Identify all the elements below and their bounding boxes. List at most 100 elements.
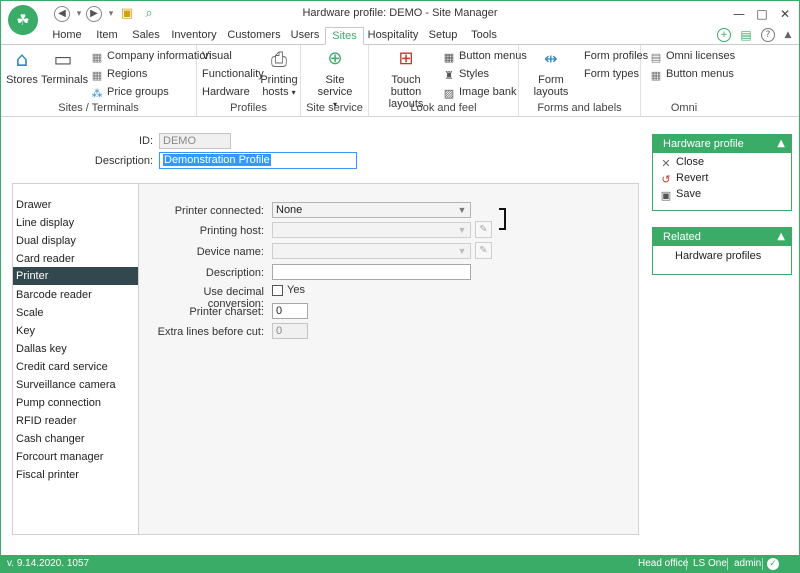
price-groups-button[interactable]: ⁂ Price groups xyxy=(90,84,169,100)
related-panel-header: Related ▲ xyxy=(653,228,791,246)
group-sites-terminals: ⌂ Stores ▭ Terminals ▦ Company informatio… xyxy=(1,45,212,117)
nav-item-drawer[interactable]: Drawer xyxy=(13,196,138,214)
printer-connected-value: None xyxy=(276,204,303,216)
id-field: DEMO xyxy=(159,133,231,149)
nav-item-line-display[interactable]: Line display xyxy=(13,214,138,232)
collapse-icon[interactable]: ▲ xyxy=(777,135,785,153)
printer-description-field[interactable] xyxy=(272,264,471,280)
hardware-profile-button[interactable]: Hardware xyxy=(202,84,250,100)
tab-tools[interactable]: Tools xyxy=(464,27,504,44)
device-name-select[interactable]: ▼ xyxy=(272,243,471,259)
site-manager-window: ☘ ◀ ▾ ▶ ▾ ▣ ⌕ Hardware profile: DEMO - S… xyxy=(0,0,800,573)
description-field[interactable]: Demonstration Profile xyxy=(159,152,357,169)
close-button[interactable]: ✕ xyxy=(773,4,797,24)
tab-users[interactable]: Users xyxy=(285,27,325,44)
revert-icon: ↺ xyxy=(661,173,671,186)
save-icon: ▣ xyxy=(660,189,672,202)
nav-item-cash-changer[interactable]: Cash changer xyxy=(13,430,138,448)
close-action-label: Close xyxy=(676,156,705,168)
site-service-icon: ⊕ xyxy=(327,48,343,69)
button-menus-button[interactable]: ▦ Button menus xyxy=(442,48,527,64)
site-service-label: Site service xyxy=(317,74,353,98)
tab-customers[interactable]: Customers xyxy=(223,27,285,44)
group-look-and-feel: ⊞ Touch button layouts ▦ Button menus ♜ St… xyxy=(369,45,527,117)
styles-button[interactable]: ♜ Styles xyxy=(442,66,489,82)
collapse-icon[interactable]: ▲ xyxy=(777,228,785,246)
omni-licenses-button[interactable]: ▤ Omni licenses xyxy=(649,48,735,64)
title-bar: ☘ ◀ ▾ ▶ ▾ ▣ ⌕ Hardware profile: DEMO - S… xyxy=(1,1,799,35)
edit-device-name-icon[interactable]: ✎ xyxy=(475,242,492,259)
terminals-button[interactable]: ▭ Terminals xyxy=(41,47,88,86)
printing-host-select[interactable]: ▼ xyxy=(272,222,471,238)
document-icon[interactable]: ▤ xyxy=(739,28,753,42)
revert-action[interactable]: ↺ Revert xyxy=(659,171,708,186)
nav-item-pump-connection[interactable]: Pump connection xyxy=(13,394,138,412)
tab-setup[interactable]: Setup xyxy=(422,27,464,44)
chevron-down-icon: ▼ xyxy=(457,225,467,235)
form-profiles-button[interactable]: Form profiles xyxy=(584,48,648,64)
visual-profile-button[interactable]: Visual xyxy=(202,48,232,64)
button-menus-label: Button menus xyxy=(459,50,527,62)
group-site-service: ⊕ Site service ▾ Site service xyxy=(301,45,369,117)
tab-sites[interactable]: Sites xyxy=(325,27,364,45)
tab-item[interactable]: Item xyxy=(87,27,127,44)
nav-item-scale[interactable]: Scale xyxy=(13,304,138,322)
extra-lines-field: 0 xyxy=(272,323,308,339)
printer-connected-select[interactable]: None ▼ xyxy=(272,202,471,218)
nav-item-printer[interactable]: Printer xyxy=(13,267,138,285)
edit-printing-host-icon[interactable]: ✎ xyxy=(475,221,492,238)
extra-lines-label: Extra lines before cut: xyxy=(157,326,264,338)
status-separator xyxy=(727,558,728,570)
printer-icon: ⎙ xyxy=(271,47,287,71)
tab-inventory[interactable]: Inventory xyxy=(165,27,223,44)
touch-button-layouts-button[interactable]: ⊞ Touch button layouts xyxy=(375,47,437,110)
form-layouts-button[interactable]: ⇹ Form layouts xyxy=(523,47,579,98)
minimize-button[interactable]: — xyxy=(727,4,751,24)
omni-button-menus-label: Button menus xyxy=(666,68,734,80)
maximize-button[interactable]: □ xyxy=(750,4,774,24)
regions-button[interactable]: ▦ Regions xyxy=(90,66,148,82)
tab-sales[interactable]: Sales xyxy=(127,27,165,44)
nav-item-rfid-reader[interactable]: RFID reader xyxy=(13,412,138,430)
company-information-label: Company information xyxy=(107,50,212,62)
image-bank-button[interactable]: ▨ Image bank xyxy=(442,84,517,100)
close-action[interactable]: ✕ Close xyxy=(659,155,704,170)
printer-charset-field[interactable]: 0 xyxy=(272,303,308,319)
id-label: ID: xyxy=(138,135,153,147)
functionality-profile-button[interactable]: Functionality xyxy=(202,66,264,82)
nav-item-card-reader[interactable]: Card reader xyxy=(13,250,138,268)
printing-hosts-button[interactable]: ⎙ Printing hosts ▾ xyxy=(259,47,299,99)
nav-item-key[interactable]: Key xyxy=(13,322,138,340)
status-bar: v. 9.14.2020. 1057 Head office LS One ad… xyxy=(1,555,799,573)
nav-item-dallas-key[interactable]: Dallas key xyxy=(13,340,138,358)
button-menu-icon: ▦ xyxy=(443,51,455,64)
nav-item-forcourt-manager[interactable]: Forcourt manager xyxy=(13,448,138,466)
omni-button-menus-button[interactable]: ▦ Button menus xyxy=(649,66,734,82)
stores-button[interactable]: ⌂ Stores xyxy=(5,47,39,86)
nav-item-fiscal-printer[interactable]: Fiscal printer xyxy=(13,466,138,484)
help-icon[interactable]: ? xyxy=(761,28,775,42)
decimal-conversion-checkbox[interactable] xyxy=(272,285,283,296)
tab-hospitality[interactable]: Hospitality xyxy=(364,27,422,44)
company-information-button[interactable]: ▦ Company information xyxy=(90,48,212,64)
group-label-omni: Omni xyxy=(670,102,698,114)
group-forms-and-labels: ⇹ Form layouts Form profiles Form types … xyxy=(519,45,648,117)
nav-item-barcode-reader[interactable]: Barcode reader xyxy=(13,286,138,304)
image-bank-label: Image bank xyxy=(459,86,517,98)
save-action-label: Save xyxy=(676,188,702,200)
nav-item-credit-card-service[interactable]: Credit card service xyxy=(13,358,138,376)
hardware-profiles-link[interactable]: Hardware profiles xyxy=(675,249,761,264)
omni-licenses-label: Omni licenses xyxy=(666,50,736,62)
nav-item-dual-display[interactable]: Dual display xyxy=(13,232,138,250)
group-label-forms-and-labels: Forms and labels xyxy=(537,102,622,114)
hardware-profile-panel-title: Hardware profile xyxy=(663,138,744,150)
nav-item-surveillance-camera[interactable]: Surveillance camera xyxy=(13,376,138,394)
stores-label: Stores xyxy=(6,74,38,86)
save-action[interactable]: ▣ Save xyxy=(659,187,701,202)
form-types-button[interactable]: Form types xyxy=(584,66,639,82)
omni-button-menus-icon: ▦ xyxy=(650,69,662,82)
ribbon: ⌂ Stores ▭ Terminals ▦ Company informatio… xyxy=(1,44,799,117)
collapse-ribbon-icon[interactable]: ▲ xyxy=(781,28,795,42)
add-circle-icon[interactable]: + xyxy=(717,28,731,42)
tab-home[interactable]: Home xyxy=(47,27,87,44)
